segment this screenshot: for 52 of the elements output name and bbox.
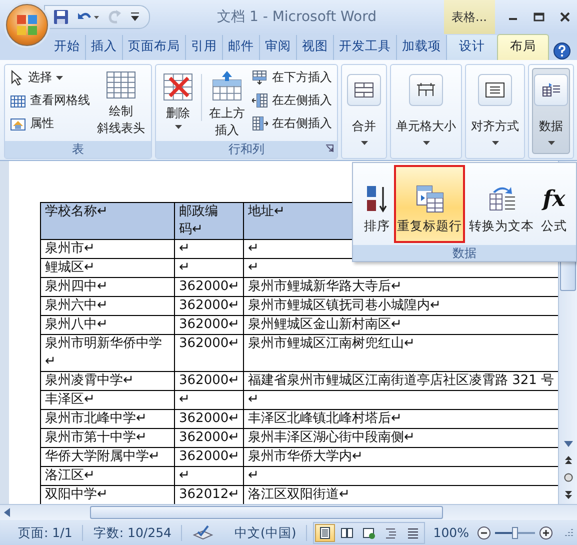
language-indicator[interactable]: 中文(中国) <box>224 524 308 541</box>
group-label: 数据 <box>452 244 476 262</box>
table-cell: 362000↵ <box>174 428 244 448</box>
table-cell: 鲤城区↵ <box>40 258 174 278</box>
table-cell: 362000↵ <box>174 278 244 297</box>
zoom-level: 100% <box>433 525 469 540</box>
group-label: 行和列 <box>228 141 264 158</box>
table-cell: 泉州六中↵ <box>40 296 174 316</box>
group-button[interactable]: 数据 <box>532 68 570 154</box>
table-cell: ↵ <box>174 240 244 259</box>
table-cell: 泉州凌霄中学↵ <box>40 372 174 391</box>
ribbon-tab[interactable]: 设计 <box>447 35 497 60</box>
table-cell: 学校名称↵ <box>40 202 174 240</box>
formula-icon: fx <box>542 184 566 214</box>
table-cell: 泉州市↵ <box>40 240 174 259</box>
ribbon-button[interactable]: 在左侧插入 <box>250 91 334 110</box>
table-cell: 362000↵ <box>174 316 244 335</box>
table-cell: 362000↵ <box>174 448 244 467</box>
ribbon-button[interactable]: 删除 <box>159 68 197 131</box>
table-cell: 362000↵ <box>174 296 244 316</box>
ribbon-button[interactable]: 排序 <box>361 165 393 243</box>
table-cell: 362000↵ <box>174 410 244 429</box>
table-cell: ↵ <box>174 466 244 486</box>
table-cell: 362000↵ <box>174 334 244 372</box>
table-cell: 洛江区↵ <box>40 466 174 486</box>
table-cell: 362000↵ <box>174 372 244 391</box>
table-cell: 泉州市第十中学↵ <box>40 428 174 448</box>
word-count: 字数: 10/254 <box>83 524 182 541</box>
ribbon-button[interactable]: 在下方插入 <box>250 68 334 87</box>
table-cell: 泉州市明新华侨中学↵ <box>40 334 174 372</box>
ribbon-button[interactable]: 属性 <box>8 114 92 133</box>
table-cell: ↵ <box>174 390 244 410</box>
ribbon-button[interactable]: 在右侧插入 <box>250 114 334 133</box>
ribbon-button[interactable]: fx 公式 <box>538 165 570 243</box>
ribbon-button[interactable]: 在上方 插入 <box>206 68 248 141</box>
window-title: 文档 1 - Microsoft Word <box>216 8 378 26</box>
table-cell: 泉州四中↵ <box>40 278 174 297</box>
table-cell: 华侨大学附属中学↵ <box>40 448 174 467</box>
page-count: 页面: 1/1 <box>8 524 84 541</box>
ribbon-button[interactable]: 绘制 斜线表头 <box>94 68 148 139</box>
table-cell: ↵ <box>174 258 244 278</box>
table-cell: 邮政编码↵ <box>174 202 244 240</box>
ribbon-button[interactable]: 重复标题行 <box>394 165 465 243</box>
table-cell: 泉州八中↵ <box>40 316 174 335</box>
ribbon-tab[interactable]: 布局 <box>497 34 549 60</box>
ribbon-button[interactable]: 查看网格线 <box>8 91 92 110</box>
ribbon-button[interactable]: 选择 <box>8 68 92 87</box>
table-cell: 丰泽区↵ <box>40 390 174 410</box>
table-cell: 泉州市北峰中学↵ <box>40 410 174 429</box>
ribbon-button[interactable]: 转换为文本 <box>466 165 537 243</box>
group-label: 表 <box>72 141 84 158</box>
context-tab-label: 表格... <box>444 0 495 34</box>
